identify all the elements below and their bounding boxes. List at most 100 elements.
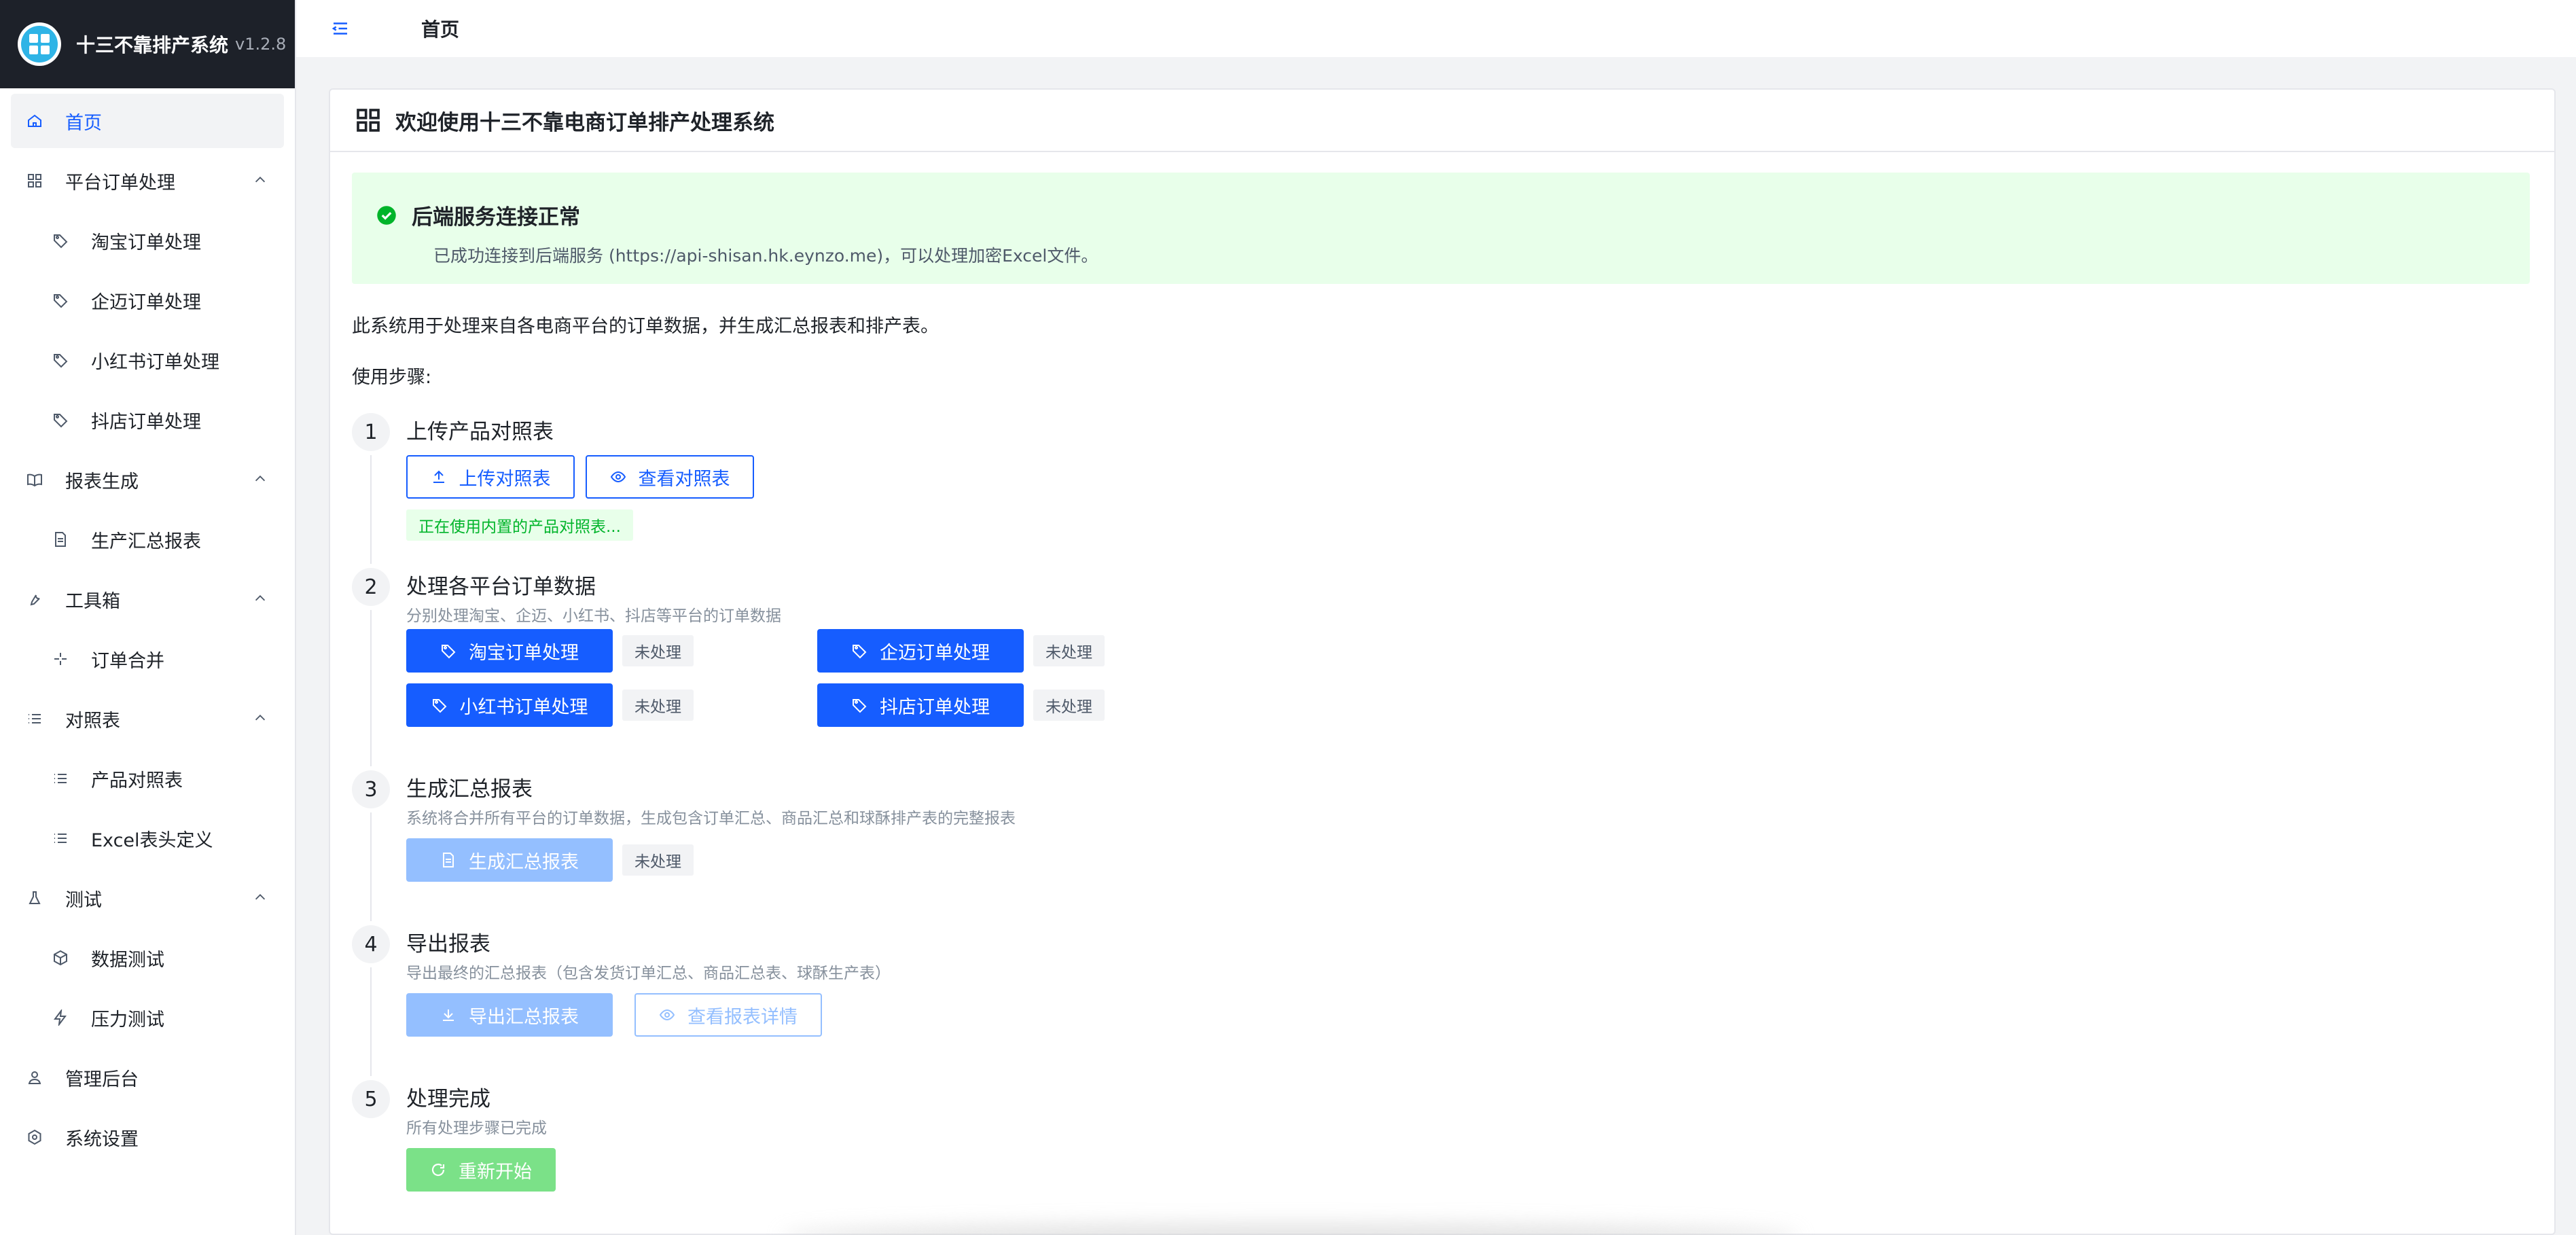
tag-icon xyxy=(432,699,446,713)
step-connector xyxy=(370,610,372,766)
welcome-card: 欢迎使用十三不靠电商订单排产处理系统 后端服务连接正常 已成功连接到后端服务 (… xyxy=(329,88,2556,1235)
book-icon xyxy=(26,471,43,488)
step-connector xyxy=(370,812,372,921)
taobao-order-button[interactable]: 淘宝订单处理 xyxy=(406,629,613,673)
xiaohongshu-order-button[interactable]: 小红书订单处理 xyxy=(406,683,613,727)
qimai-order-button[interactable]: 企迈订单处理 xyxy=(817,629,1024,673)
brand-version: v1.2.8 xyxy=(235,35,287,54)
sidebar-item-data-test[interactable]: 数据测试 xyxy=(11,931,284,985)
sidebar-item-order-merge[interactable]: 订单合并 xyxy=(11,632,284,686)
step-description: 导出最终的汇总报表（包含发货订单汇总、商品汇总表、球酥生产表） xyxy=(406,965,891,982)
restart-button[interactable]: 重新开始 xyxy=(406,1148,556,1192)
chevron-up-icon xyxy=(255,177,266,183)
flask-icon xyxy=(26,889,43,907)
step-3: 3 生成汇总报表 系统将合并所有平台的订单数据，生成包含订单汇总、商品汇总和球酥… xyxy=(352,770,2533,925)
eye-icon xyxy=(610,471,626,483)
step-4: 4 导出报表 导出最终的汇总报表（包含发货订单汇总、商品汇总表、球酥生产表） 导… xyxy=(352,925,2533,1080)
status-badge: 未处理 xyxy=(622,690,694,721)
bolt-icon xyxy=(52,1009,69,1026)
sidebar-item-xiaohongshu[interactable]: 小红书订单处理 xyxy=(11,333,284,387)
step-number: 4 xyxy=(352,925,390,963)
export-report-button[interactable]: 导出汇总报表 xyxy=(406,993,613,1037)
sidebar-item-label: 测试 xyxy=(65,889,102,911)
file-icon xyxy=(443,853,454,867)
view-mapping-button[interactable]: 查看对照表 xyxy=(586,455,754,499)
tool-icon xyxy=(26,590,43,608)
tag-icon xyxy=(853,645,867,659)
generate-report-button[interactable]: 生成汇总报表 xyxy=(406,838,613,882)
grid-icon xyxy=(26,172,43,190)
sidebar-item-label: 生产汇总报表 xyxy=(91,531,201,552)
sidebar-item-label: 压力测试 xyxy=(91,1009,164,1031)
intro-text: 此系统用于处理来自各电商平台的订单数据，并生成汇总报表和排产表。 xyxy=(352,316,939,337)
step-connector xyxy=(370,967,372,1076)
sidebar: 十三不靠排产系统 v1.2.8 首页 平台订单处理 淘宝订单处理 企迈订单处理 … xyxy=(0,0,296,1235)
sidebar-item-douyin[interactable]: 抖店订单处理 xyxy=(11,393,284,447)
settings-icon xyxy=(26,1128,43,1146)
step-title: 处理完成 xyxy=(406,1087,490,1111)
chevron-up-icon xyxy=(255,894,266,900)
sidebar-item-settings[interactable]: 系统设置 xyxy=(11,1110,284,1164)
sidebar-group-mapping[interactable]: 对照表 xyxy=(11,692,284,746)
sidebar-item-label: Excel表头定义 xyxy=(91,829,213,851)
card-title: 欢迎使用十三不靠电商订单排产处理系统 xyxy=(395,110,774,135)
sidebar-item-home[interactable]: 首页 xyxy=(11,94,284,148)
mapping-status-tag: 正在使用内置的产品对照表... xyxy=(406,509,633,541)
sidebar-group-test[interactable]: 测试 xyxy=(11,871,284,925)
sidebar-item-label: 首页 xyxy=(65,112,102,134)
sidebar-item-stress-test[interactable]: 压力测试 xyxy=(11,990,284,1045)
top-header: 首页 xyxy=(296,0,2576,57)
sidebar-item-taobao[interactable]: 淘宝订单处理 xyxy=(11,213,284,268)
check-circle-icon xyxy=(377,205,396,225)
status-badge: 未处理 xyxy=(1033,690,1105,721)
tag-icon xyxy=(442,645,456,659)
step-description: 系统将合并所有平台的订单数据，生成包含订单汇总、商品汇总和球酥排产表的完整报表 xyxy=(406,810,1016,827)
steps-label: 使用步骤: xyxy=(352,367,432,388)
sidebar-item-summary-report[interactable]: 生产汇总报表 xyxy=(11,512,284,567)
user-icon xyxy=(26,1069,43,1086)
alert-description: 已成功连接到后端服务 (https://api-shisan.hk.eynzo.… xyxy=(433,246,1098,266)
home-icon xyxy=(26,112,43,130)
step-title: 导出报表 xyxy=(406,932,490,956)
step-number: 3 xyxy=(352,770,390,808)
sidebar-item-product-mapping[interactable]: 产品对照表 xyxy=(11,751,284,806)
page-title: 首页 xyxy=(421,18,460,41)
status-badge: 未处理 xyxy=(622,844,694,876)
chevron-up-icon xyxy=(255,595,266,601)
menu-collapse-icon[interactable] xyxy=(330,18,351,39)
step-description: 所有处理步骤已完成 xyxy=(406,1120,547,1137)
step-number: 2 xyxy=(352,568,390,606)
sidebar-item-label: 管理后台 xyxy=(65,1069,139,1090)
sidebar-item-label: 系统设置 xyxy=(65,1128,139,1150)
card-header: 欢迎使用十三不靠电商订单排产处理系统 xyxy=(330,90,2554,152)
step-1: 1 上传产品对照表 上传对照表 查看对照表 正在使用内置的产品对照表... xyxy=(352,413,2533,568)
sidebar-item-label: 工具箱 xyxy=(65,590,120,612)
sidebar-item-qimai[interactable]: 企迈订单处理 xyxy=(11,273,284,327)
list-icon xyxy=(52,770,69,787)
sidebar-item-label: 产品对照表 xyxy=(91,770,183,791)
view-report-details-button[interactable]: 查看报表详情 xyxy=(634,993,822,1037)
sidebar-group-toolbox[interactable]: 工具箱 xyxy=(11,572,284,626)
status-badge: 未处理 xyxy=(1033,635,1105,666)
merge-icon xyxy=(52,650,69,668)
status-badge: 未处理 xyxy=(622,635,694,666)
connection-alert: 后端服务连接正常 已成功连接到后端服务 (https://api-shisan.… xyxy=(352,173,2530,284)
upload-icon xyxy=(433,470,444,483)
sidebar-group-reports[interactable]: 报表生成 xyxy=(11,452,284,507)
cube-icon xyxy=(52,949,69,967)
douyin-order-button[interactable]: 抖店订单处理 xyxy=(817,683,1024,727)
list-icon xyxy=(52,829,69,847)
upload-mapping-button[interactable]: 上传对照表 xyxy=(406,455,575,499)
list-icon xyxy=(26,710,43,728)
sidebar-group-platform-orders[interactable]: 平台订单处理 xyxy=(11,154,284,208)
brand: 十三不靠排产系统 v1.2.8 xyxy=(0,0,295,88)
card-body: 后端服务连接正常 已成功连接到后端服务 (https://api-shisan.… xyxy=(330,152,2554,1216)
download-icon xyxy=(443,1009,454,1021)
dashboard-icon xyxy=(357,109,380,132)
logo-icon xyxy=(18,22,61,66)
sidebar-item-label: 对照表 xyxy=(65,710,120,732)
eye-icon xyxy=(659,1009,675,1021)
chevron-up-icon xyxy=(255,715,266,721)
sidebar-item-excel-header[interactable]: Excel表头定义 xyxy=(11,811,284,865)
sidebar-item-admin[interactable]: 管理后台 xyxy=(11,1050,284,1105)
